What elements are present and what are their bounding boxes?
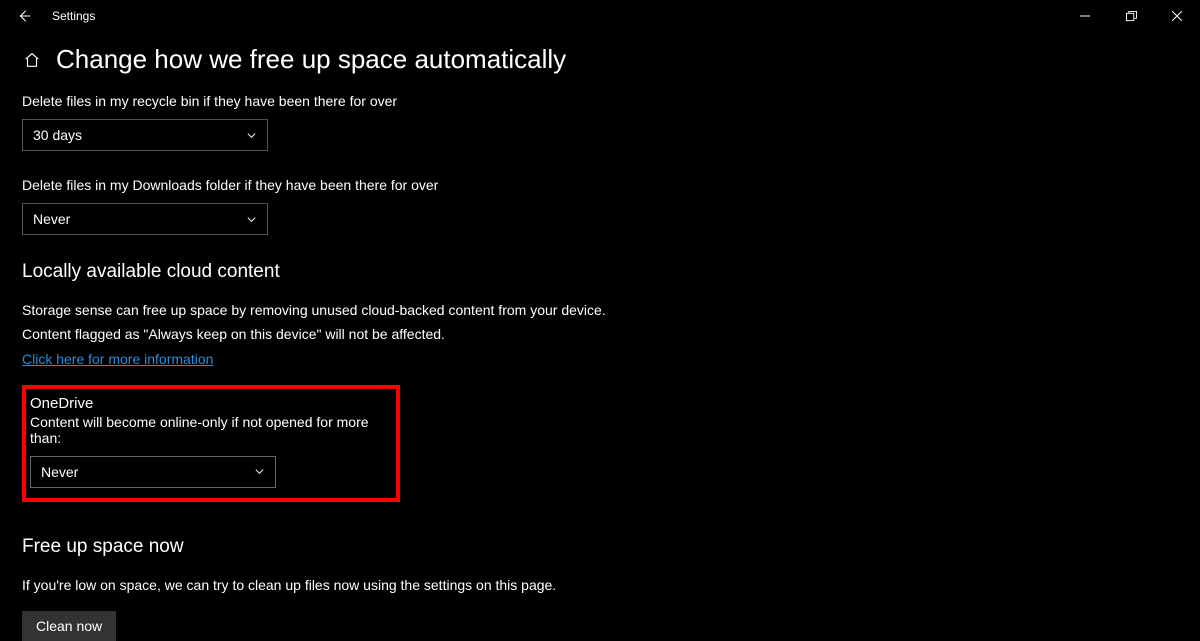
house-icon xyxy=(23,51,41,69)
onedrive-value: Never xyxy=(41,464,78,480)
onedrive-highlight: OneDrive Content will become online-only… xyxy=(22,385,400,502)
more-info-link[interactable]: Click here for more information xyxy=(22,351,213,367)
free-up-desc: If you're low on space, we can try to cl… xyxy=(22,574,1200,598)
close-icon xyxy=(1172,11,1182,21)
close-button[interactable] xyxy=(1154,0,1200,32)
arrow-left-icon xyxy=(17,9,31,23)
home-icon[interactable] xyxy=(22,50,42,70)
onedrive-subtitle: Content will become online-only if not o… xyxy=(30,414,386,446)
chevron-down-icon xyxy=(245,213,257,225)
cloud-desc-1: Storage sense can free up space by remov… xyxy=(22,299,1200,323)
recycle-bin-label: Delete files in my recycle bin if they h… xyxy=(22,93,1200,109)
window-controls xyxy=(1062,0,1200,32)
recycle-bin-dropdown[interactable]: 30 days xyxy=(22,119,268,151)
cloud-content-heading: Locally available cloud content xyxy=(22,261,1200,283)
chevron-down-icon xyxy=(245,129,257,141)
minimize-button[interactable] xyxy=(1062,0,1108,32)
cloud-desc-2: Content flagged as "Always keep on this … xyxy=(22,323,1200,347)
downloads-value: Never xyxy=(33,211,70,227)
downloads-dropdown[interactable]: Never xyxy=(22,203,268,235)
back-button[interactable] xyxy=(14,6,34,26)
downloads-label: Delete files in my Downloads folder if t… xyxy=(22,177,1200,193)
maximize-icon xyxy=(1126,11,1137,22)
onedrive-dropdown[interactable]: Never xyxy=(30,456,276,488)
minimize-icon xyxy=(1080,11,1090,21)
page-content: Change how we free up space automaticall… xyxy=(0,32,1200,641)
free-up-heading: Free up space now xyxy=(22,536,1200,558)
title-bar: Settings xyxy=(0,0,1200,32)
onedrive-title: OneDrive xyxy=(30,395,386,412)
page-header: Change how we free up space automaticall… xyxy=(22,44,1200,75)
app-title: Settings xyxy=(52,9,95,23)
page-title: Change how we free up space automaticall… xyxy=(56,44,566,75)
recycle-bin-value: 30 days xyxy=(33,127,82,143)
clean-now-button[interactable]: Clean now xyxy=(22,611,116,641)
chevron-down-icon xyxy=(253,466,265,478)
maximize-button[interactable] xyxy=(1108,0,1154,32)
